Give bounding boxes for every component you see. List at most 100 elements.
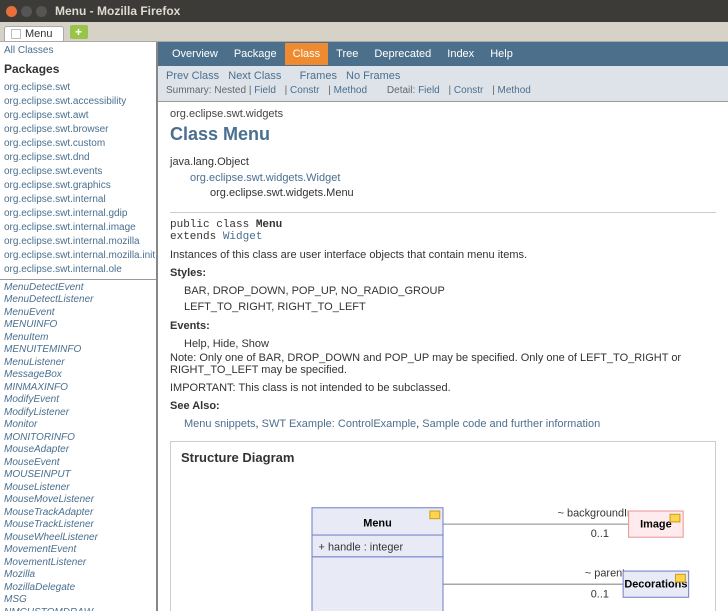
class-link[interactable]: MSG [4,594,152,607]
tab-label: Menu [25,28,53,40]
package-link[interactable]: org.eclipse.swt.internal.gdip [4,207,152,221]
javadoc-subnav: Prev Class Next Class Frames No Frames S… [158,66,728,102]
events-heading: Events: [170,320,716,332]
class-link[interactable]: MenuDetectListener [4,294,152,307]
favicon-icon [11,29,21,39]
package-link[interactable]: org.eclipse.swt.accessibility [4,95,152,109]
package-link[interactable]: org.eclipse.swt.internal.mozilla [4,235,152,249]
class-link[interactable]: MouseTrackAdapter [4,507,152,520]
prev-class-link[interactable]: Prev Class [166,70,219,82]
next-class-link[interactable]: Next Class [228,70,281,82]
package-link[interactable]: org.eclipse.swt.events [4,165,152,179]
class-declaration: public class Menu extends Widget [170,219,716,243]
package-name: org.eclipse.swt.widgets [170,108,716,120]
class-link[interactable]: MENUINFO [4,319,152,332]
class-link[interactable]: MouseWheelListener [4,532,152,545]
style-note: Note: Only one of BAR, DROP_DOWN and POP… [170,352,716,376]
class-link[interactable]: MessageBox [4,369,152,382]
class-link[interactable]: MENUITEMINFO [4,344,152,357]
class-link[interactable]: MenuItem [4,332,152,345]
nav-deprecated[interactable]: Deprecated [366,43,439,65]
summary-nested: Nested [214,85,248,96]
class-link[interactable]: MouseListener [4,482,152,495]
class-list-frame[interactable]: MenuDetectEventMenuDetectListenerMenuEve… [0,280,156,611]
window-controls [6,6,47,17]
class-link[interactable]: MOUSEINPUT [4,469,152,482]
styles-heading: Styles: [170,267,716,279]
nav-class[interactable]: Class [285,43,329,65]
see-also-heading: See Also: [170,400,716,412]
class-link[interactable]: MovementListener [4,557,152,570]
uml-field: + handle : integer [319,541,404,553]
uml-role-1: ~ parent [585,567,625,579]
workspace: All Classes Packages org.eclipse.swtorg.… [0,42,728,611]
class-link[interactable]: MONITORINFO [4,432,152,445]
inherit-l0: java.lang.Object [170,155,716,170]
class-link[interactable]: MouseEvent [4,457,152,470]
maximize-icon[interactable] [36,6,47,17]
package-link[interactable]: org.eclipse.swt.internal.image [4,221,152,235]
styles-line-1: BAR, DROP_DOWN, POP_UP, NO_RADIO_GROUP [184,283,716,300]
detail-constr-link[interactable]: Constr [454,85,483,96]
javadoc-navbar: OverviewPackageClassTreeDeprecatedIndexH… [158,42,728,66]
class-link[interactable]: MovementEvent [4,544,152,557]
package-link[interactable]: org.eclipse.swt.internal.ole [4,263,152,277]
uml-diagram: Menu + handle : integer ~ backgroundImag… [181,475,705,611]
class-link[interactable]: MouseAdapter [4,444,152,457]
package-link[interactable]: org.eclipse.swt.graphics [4,179,152,193]
structure-diagram-panel: Structure Diagram Menu + handle : intege… [170,441,716,611]
no-frames-link[interactable]: No Frames [346,70,400,82]
nav-tree[interactable]: Tree [328,43,366,65]
subclass-note: IMPORTANT: This class is not intended to… [170,382,716,394]
divider [170,212,716,213]
package-list-frame: All Classes Packages org.eclipse.swtorg.… [0,42,156,280]
javadoc-content[interactable]: org.eclipse.swt.widgets Class Menu java.… [158,102,728,611]
uml-mult-0: 0..1 [591,528,609,540]
package-link[interactable]: org.eclipse.swt [4,81,152,95]
summary-constr-link[interactable]: Constr [290,85,319,96]
package-link[interactable]: org.eclipse.swt.internal [4,193,152,207]
packages-heading: Packages [4,61,152,78]
superclass-link[interactable]: Widget [223,231,263,243]
class-link[interactable]: MouseMoveListener [4,494,152,507]
nav-package[interactable]: Package [226,43,285,65]
summary-field-link[interactable]: Field [254,85,276,96]
class-link[interactable]: Mozilla [4,569,152,582]
class-link[interactable]: MouseTrackListener [4,519,152,532]
nav-overview[interactable]: Overview [164,43,226,65]
see-also-link[interactable]: SWT Example: ControlExample [262,418,416,430]
frames-link[interactable]: Frames [300,70,337,82]
summary-label: Summary: [166,85,212,96]
nav-help[interactable]: Help [482,43,521,65]
class-link[interactable]: MenuDetectEvent [4,282,152,295]
close-icon[interactable] [6,6,17,17]
package-link[interactable]: org.eclipse.swt.custom [4,137,152,151]
detail-method-link[interactable]: Method [498,85,531,96]
class-link[interactable]: Monitor [4,419,152,432]
package-link[interactable]: org.eclipse.swt.awt [4,109,152,123]
class-link[interactable]: NMCUSTOMDRAW [4,607,152,611]
class-link[interactable]: MozillaDelegate [4,582,152,595]
class-description: Instances of this class are user interfa… [170,249,716,261]
package-link[interactable]: org.eclipse.swt.browser [4,123,152,137]
class-link[interactable]: MenuEvent [4,307,152,320]
browser-tab-active[interactable]: Menu [4,26,64,41]
content-frame: OverviewPackageClassTreeDeprecatedIndexH… [158,42,728,611]
nav-index[interactable]: Index [439,43,482,65]
class-link[interactable]: MenuListener [4,357,152,370]
summary-method-link[interactable]: Method [334,85,367,96]
detail-field-link[interactable]: Field [418,85,440,96]
package-link[interactable]: org.eclipse.swt.internal.mozilla.init [4,249,152,263]
see-also-link[interactable]: Sample code and further information [422,418,600,430]
minimize-icon[interactable] [21,6,32,17]
events-line: Help, Hide, Show [184,336,716,353]
all-classes-link[interactable]: All Classes [4,44,152,58]
class-link[interactable]: MINMAXINFO [4,382,152,395]
new-tab-button[interactable]: + [70,25,88,39]
see-also-link[interactable]: Menu snippets [184,418,256,430]
inherit-l1-link[interactable]: org.eclipse.swt.widgets.Widget [190,172,340,184]
class-link[interactable]: ModifyListener [4,407,152,420]
class-link[interactable]: ModifyEvent [4,394,152,407]
package-link[interactable]: org.eclipse.swt.dnd [4,151,152,165]
styles-line-2: LEFT_TO_RIGHT, RIGHT_TO_LEFT [184,299,716,316]
